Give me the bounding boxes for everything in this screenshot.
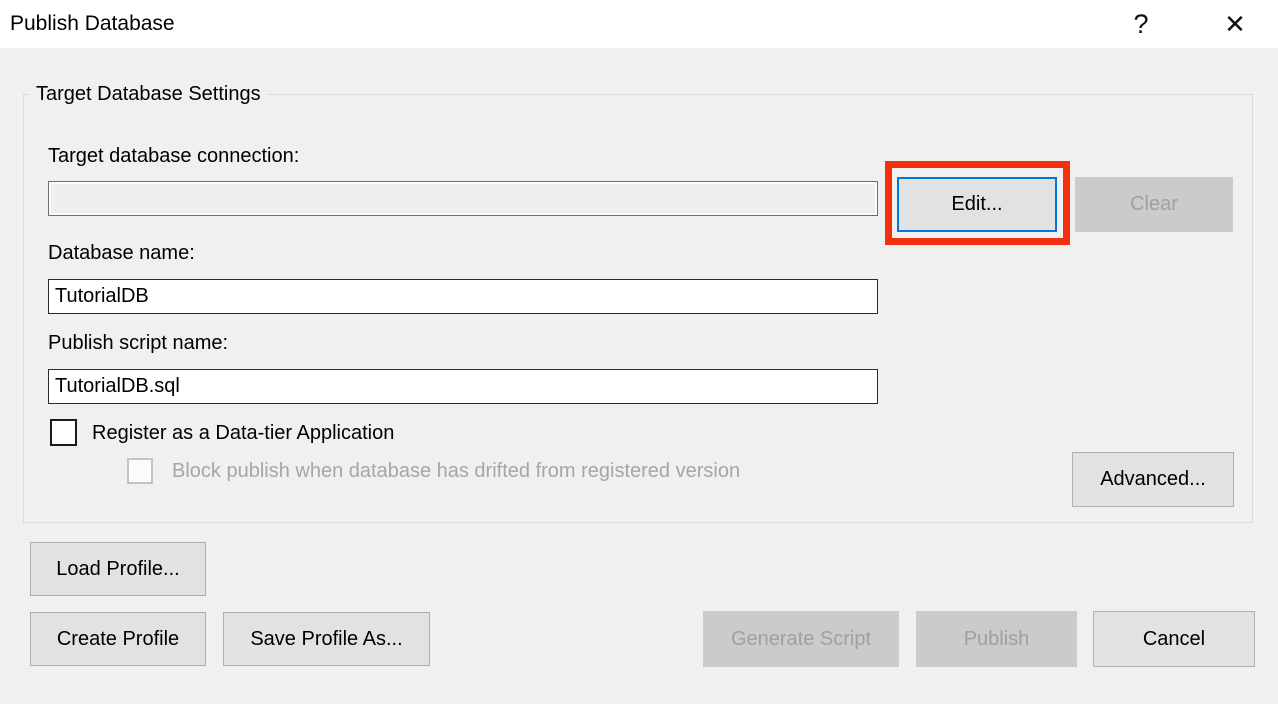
dialog-body: Target Database Settings Target database… — [0, 48, 1278, 704]
title-bar: Publish Database ? ✕ — [0, 0, 1278, 48]
dialog-title: Publish Database — [10, 0, 175, 48]
register-dac-label[interactable]: Register as a Data-tier Application — [92, 420, 394, 446]
advanced-button[interactable]: Advanced... — [1072, 452, 1234, 507]
script-name-label: Publish script name: — [48, 331, 228, 355]
help-icon[interactable]: ? — [1118, 0, 1164, 48]
script-name-input[interactable] — [48, 369, 878, 404]
group-title: Target Database Settings — [30, 82, 267, 106]
generate-script-button[interactable]: Generate Script — [703, 611, 899, 667]
create-profile-button[interactable]: Create Profile — [30, 612, 206, 666]
clear-button[interactable]: Clear — [1075, 177, 1233, 232]
load-profile-button[interactable]: Load Profile... — [30, 542, 206, 596]
edit-button[interactable]: Edit... — [897, 177, 1057, 232]
database-name-label: Database name: — [48, 241, 195, 265]
database-name-input[interactable] — [48, 279, 878, 314]
connection-input[interactable] — [48, 181, 878, 216]
save-profile-as-button[interactable]: Save Profile As... — [223, 612, 430, 666]
connection-label: Target database connection: — [48, 144, 299, 168]
register-dac-checkbox[interactable] — [50, 419, 77, 446]
block-publish-label: Block publish when database has drifted … — [172, 458, 740, 484]
close-icon[interactable]: ✕ — [1208, 0, 1262, 48]
cancel-button[interactable]: Cancel — [1093, 611, 1255, 667]
block-publish-checkbox — [127, 458, 153, 484]
publish-button[interactable]: Publish — [916, 611, 1077, 667]
